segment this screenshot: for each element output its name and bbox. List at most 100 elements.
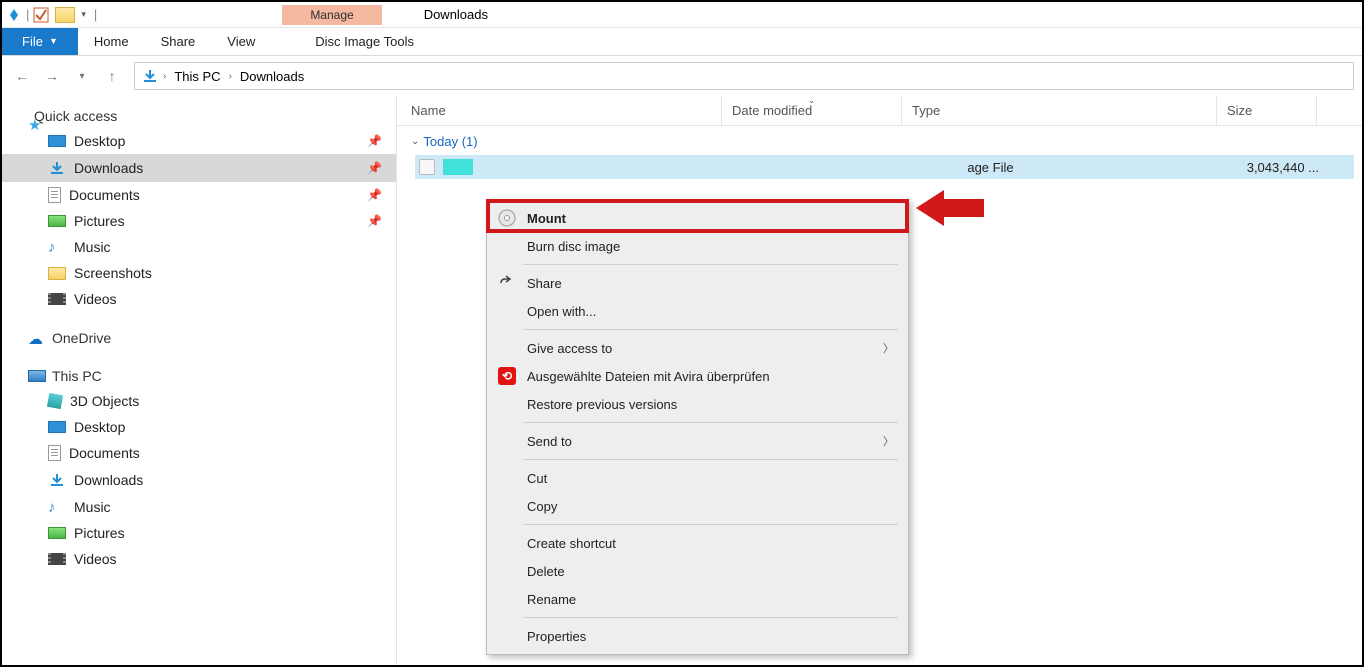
chevron-down-icon: ⌄: [411, 136, 419, 147]
this-pc-group[interactable]: This PC: [2, 364, 396, 388]
menu-avira-scan[interactable]: ⟲Ausgewählte Dateien mit Avira überprüfe…: [489, 362, 906, 390]
forward-button[interactable]: →: [40, 64, 64, 88]
downloads-icon: [141, 67, 159, 85]
menu-separator: [523, 524, 898, 525]
sidebar-item-pictures[interactable]: Pictures📌: [2, 208, 396, 234]
sidebar-item-downloads-pc[interactable]: Downloads: [2, 466, 396, 494]
sidebar-item-documents-pc[interactable]: Documents: [2, 440, 396, 466]
document-icon: [48, 187, 61, 203]
menu-copy[interactable]: Copy: [489, 492, 906, 520]
music-icon: ♪: [48, 499, 66, 515]
file-tab[interactable]: File▼: [2, 28, 78, 55]
disc-icon: [497, 208, 517, 228]
document-icon: [48, 445, 61, 461]
menu-separator: [523, 329, 898, 330]
explorer-icon: [6, 7, 22, 23]
qat-separator: |: [92, 7, 99, 22]
disc-image-icon: [419, 159, 435, 175]
videos-icon: [48, 553, 66, 565]
sidebar-item-videos[interactable]: Videos: [2, 286, 396, 312]
chevron-right-icon: 〉: [883, 433, 894, 449]
onedrive-group[interactable]: ☁OneDrive: [2, 326, 396, 350]
contextual-tab-manage[interactable]: Manage: [282, 5, 381, 25]
pin-icon: 📌: [367, 214, 382, 228]
group-today[interactable]: ⌄ Today (1): [397, 126, 1362, 155]
home-tab[interactable]: Home: [78, 28, 145, 55]
menu-cut[interactable]: Cut: [489, 464, 906, 492]
qat-dropdown-icon[interactable]: ▾: [77, 9, 90, 20]
sidebar-item-desktop[interactable]: Desktop📌: [2, 128, 396, 154]
menu-restore-previous-versions[interactable]: Restore previous versions: [489, 390, 906, 418]
view-tab[interactable]: View: [211, 28, 271, 55]
navigation-bar: ← → ▾ ↑ › This PC › Downloads: [2, 56, 1362, 96]
file-row[interactable]: Disc Image File 3,043,440 ...: [415, 155, 1354, 179]
menu-separator: [523, 422, 898, 423]
menu-delete[interactable]: Delete: [489, 557, 906, 585]
pictures-icon: [48, 215, 66, 227]
sidebar-item-pictures-pc[interactable]: Pictures: [2, 520, 396, 546]
downloads-icon: [48, 471, 66, 489]
menu-share[interactable]: Share: [489, 269, 906, 297]
menu-give-access-to[interactable]: Give access to〉: [489, 334, 906, 362]
music-icon: ♪: [48, 239, 66, 255]
column-headers: Name ⌄Date modified Type Size: [397, 96, 1362, 126]
share-tab[interactable]: Share: [145, 28, 212, 55]
menu-create-shortcut[interactable]: Create shortcut: [489, 529, 906, 557]
breadcrumb-this-pc[interactable]: This PC: [170, 67, 224, 86]
menu-open-with[interactable]: Open with...: [489, 297, 906, 325]
quick-access-group[interactable]: Quick access: [2, 104, 396, 128]
desktop-icon: [48, 135, 66, 147]
breadcrumb-downloads[interactable]: Downloads: [236, 67, 308, 86]
sidebar-item-music[interactable]: ♪Music: [2, 234, 396, 260]
title-bar: | ▾ | Manage Downloads: [2, 2, 1362, 28]
recent-locations-button[interactable]: ▾: [70, 64, 94, 88]
column-size[interactable]: Size: [1217, 96, 1317, 125]
file-type: Disc Image File: [914, 160, 1229, 175]
context-menu: Mount Burn disc image Share Open with...…: [486, 199, 909, 655]
disc-image-tools-tab[interactable]: Disc Image Tools: [299, 28, 430, 55]
window-title: Downloads: [424, 7, 488, 22]
folder-icon: [48, 267, 66, 280]
chevron-right-icon[interactable]: ›: [163, 71, 166, 82]
sidebar-item-screenshots[interactable]: Screenshots: [2, 260, 396, 286]
menu-separator: [523, 459, 898, 460]
menu-separator: [523, 617, 898, 618]
sidebar-item-music-pc[interactable]: ♪Music: [2, 494, 396, 520]
up-button[interactable]: ↑: [100, 64, 124, 88]
menu-burn-disc-image[interactable]: Burn disc image: [489, 232, 906, 260]
ribbon-tabs: File▼ Home Share View Disc Image Tools: [2, 28, 1362, 56]
sidebar-item-videos-pc[interactable]: Videos: [2, 546, 396, 572]
sidebar-item-desktop-pc[interactable]: Desktop: [2, 414, 396, 440]
avira-icon: ⟲: [497, 366, 517, 386]
file-size: 3,043,440 ...: [1229, 160, 1329, 175]
chevron-right-icon[interactable]: ›: [229, 71, 232, 82]
pictures-icon: [48, 527, 66, 539]
sort-indicator-icon: ⌄: [808, 95, 816, 106]
3d-objects-icon: [47, 393, 63, 409]
column-date-modified[interactable]: ⌄Date modified: [722, 96, 902, 125]
pin-icon: 📌: [367, 134, 382, 148]
sidebar-item-documents[interactable]: Documents📌: [2, 182, 396, 208]
share-icon: [497, 273, 517, 293]
menu-properties[interactable]: Properties: [489, 622, 906, 650]
address-bar[interactable]: › This PC › Downloads: [134, 62, 1354, 90]
sidebar-item-downloads[interactable]: Downloads📌: [2, 154, 396, 182]
column-name[interactable]: Name: [397, 96, 722, 125]
quick-access-toolbar: | ▾ |: [2, 7, 99, 23]
checkbox-icon[interactable]: [33, 7, 49, 23]
pin-icon: 📌: [367, 188, 382, 202]
folder-icon: [55, 7, 75, 23]
downloads-icon: [48, 159, 66, 177]
chevron-right-icon: 〉: [883, 340, 894, 356]
onedrive-icon: ☁: [28, 330, 46, 346]
menu-mount[interactable]: Mount: [489, 204, 906, 232]
back-button[interactable]: ←: [10, 64, 34, 88]
qat-separator: |: [24, 7, 31, 22]
menu-rename[interactable]: Rename: [489, 585, 906, 613]
column-type[interactable]: Type: [902, 96, 1217, 125]
file-name[interactable]: [443, 159, 473, 175]
menu-send-to[interactable]: Send to〉: [489, 427, 906, 455]
sidebar-item-3d-objects[interactable]: 3D Objects: [2, 388, 396, 414]
pc-icon: [28, 370, 46, 382]
desktop-icon: [48, 421, 66, 433]
